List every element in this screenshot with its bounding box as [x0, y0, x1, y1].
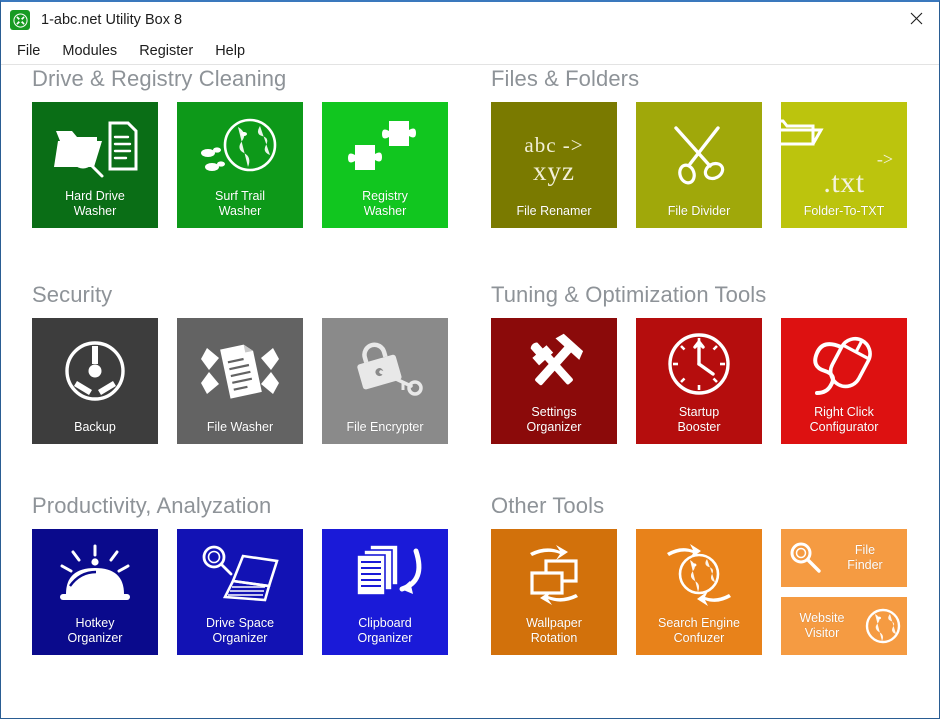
menu-item-register[interactable]: Register — [128, 41, 204, 62]
tile-hard-drive-washer[interactable]: Hard Drive Washer — [32, 102, 158, 228]
tile-file-encrypter[interactable]: File Encrypter — [322, 318, 448, 444]
folder-magnifier-document-icon — [32, 102, 158, 189]
tile-row: Wallpaper Rotation Search Engine Confuze… — [491, 529, 907, 655]
tile-startup-booster[interactable]: Startup Booster — [636, 318, 762, 444]
tile-label: Startup Booster — [677, 405, 721, 434]
tile-row: Settings Organizer Startup Booster Right… — [491, 318, 907, 444]
tile-row: Hotkey Organizer Drive Space Organizer C… — [32, 529, 448, 655]
abc-to-xyz-text-icon: abc -> xyz — [491, 102, 617, 204]
tile-row: Backup File Washer File Encrypter — [32, 318, 448, 444]
scissors-icon — [636, 102, 762, 204]
section-title: Files & Folders — [491, 66, 640, 91]
tile-website-visitor[interactable]: Website Visitor — [781, 597, 907, 655]
tile-file-finder[interactable]: File Finder — [781, 529, 907, 587]
magnifier-icon — [781, 540, 829, 576]
tile-label: Backup — [74, 420, 116, 434]
laptop-magnifier-icon — [177, 529, 303, 616]
section-title: Security — [32, 282, 113, 307]
tile-stack-other-tools: File Finder Website Visitor — [781, 529, 907, 655]
section-title: Tuning & Optimization Tools — [491, 282, 767, 307]
tile-folder-to-txt[interactable]: -> .txt Folder-To-TXT — [781, 102, 907, 228]
folder-to-txt-icon: -> .txt — [781, 102, 907, 204]
tile-label: File Finder — [847, 543, 883, 572]
tile-settings-organizer[interactable]: Settings Organizer — [491, 318, 617, 444]
menu-item-modules[interactable]: Modules — [51, 41, 128, 62]
computer-mouse-icon — [781, 318, 907, 405]
tile-label: File Renamer — [516, 204, 592, 218]
globe-arrows-icon — [636, 529, 762, 616]
tile-row: Hard Drive Washer Surf Trail Washer Regi… — [32, 102, 448, 228]
tile-hotkey-organizer[interactable]: Hotkey Organizer — [32, 529, 158, 655]
clock-arrow-icon — [636, 318, 762, 405]
tile-file-washer[interactable]: File Washer — [177, 318, 303, 444]
renamer-line-1: abc -> — [524, 132, 584, 157]
menu-item-help[interactable]: Help — [204, 41, 256, 62]
tile-row: abc -> xyz File Renamer File Divider -> … — [491, 102, 907, 228]
section-files-folders: Files & Folders abc -> xyz File Renamer — [491, 65, 907, 228]
menu-bar: File Modules Register Help — [1, 38, 939, 65]
application-window: 1-abc.net Utility Box 8 File Modules Reg… — [0, 0, 940, 719]
tile-label: Wallpaper Rotation — [526, 616, 582, 645]
section-security: Security Backup File Washer File Encrypt… — [32, 281, 448, 444]
tile-wallpaper-rotation[interactable]: Wallpaper Rotation — [491, 529, 617, 655]
padlock-key-icon — [322, 318, 448, 420]
tile-label: Website Visitor — [799, 611, 845, 640]
screens-rotate-icon — [491, 529, 617, 616]
documents-arrow-icon — [322, 529, 448, 616]
globe-circle-icon — [859, 606, 907, 646]
tile-label: Hard Drive Washer — [65, 189, 125, 218]
tile-label: Folder-To-TXT — [803, 204, 885, 218]
tile-label: Registry Washer — [362, 189, 408, 218]
title-bar: 1-abc.net Utility Box 8 — [1, 2, 939, 38]
window-title: 1-abc.net Utility Box 8 — [41, 12, 183, 28]
renamer-line-2: xyz — [533, 155, 575, 186]
tile-label: Right Click Configurator — [809, 405, 879, 434]
tile-label: Clipboard Organizer — [357, 616, 413, 645]
section-tuning-optimization: Tuning & Optimization Tools Settings Org… — [491, 281, 907, 444]
close-button[interactable] — [893, 2, 939, 34]
tile-label: Surf Trail Washer — [214, 189, 265, 218]
txt-extension: .txt — [823, 166, 865, 199]
section-drive-registry-cleaning: Drive & Registry Cleaning Hard Drive Was… — [32, 65, 448, 228]
tile-drive-space-organizer[interactable]: Drive Space Organizer — [177, 529, 303, 655]
tile-label: Search Engine Confuzer — [657, 616, 740, 645]
shredded-document-icon — [177, 318, 303, 420]
tile-file-divider[interactable]: File Divider — [636, 102, 762, 228]
section-title: Drive & Registry Cleaning — [32, 66, 287, 91]
tile-registry-washer[interactable]: Registry Washer — [322, 102, 448, 228]
tile-right-click-configurator[interactable]: Right Click Configurator — [781, 318, 907, 444]
module-grid: Drive & Registry Cleaning Hard Drive Was… — [1, 65, 939, 718]
tile-clipboard-organizer[interactable]: Clipboard Organizer — [322, 529, 448, 655]
backup-wheel-icon — [32, 318, 158, 420]
menu-item-file[interactable]: File — [15, 41, 51, 62]
tile-surf-trail-washer[interactable]: Surf Trail Washer — [177, 102, 303, 228]
tile-label: File Divider — [667, 204, 731, 218]
globe-footprints-icon — [177, 102, 303, 189]
tile-label: File Encrypter — [346, 420, 424, 434]
tile-file-renamer[interactable]: abc -> xyz File Renamer — [491, 102, 617, 228]
tile-label: Drive Space Organizer — [205, 616, 275, 645]
hammer-wrench-icon — [491, 318, 617, 405]
section-productivity-analyzation: Productivity, Analyzation Hotkey Organiz… — [32, 492, 448, 655]
app-logo-icon — [10, 10, 30, 30]
tile-label: Hotkey Organizer — [67, 616, 123, 645]
section-title: Productivity, Analyzation — [32, 493, 272, 518]
section-other-tools: Other Tools Wallpaper Rotation Search En… — [491, 492, 907, 655]
tile-label: Settings Organizer — [526, 405, 582, 434]
puzzle-pieces-icon — [322, 102, 448, 189]
section-title: Other Tools — [491, 493, 605, 518]
tile-search-engine-confuzer[interactable]: Search Engine Confuzer — [636, 529, 762, 655]
tile-backup[interactable]: Backup — [32, 318, 158, 444]
service-bell-icon — [32, 529, 158, 616]
tile-label: File Washer — [206, 420, 274, 434]
